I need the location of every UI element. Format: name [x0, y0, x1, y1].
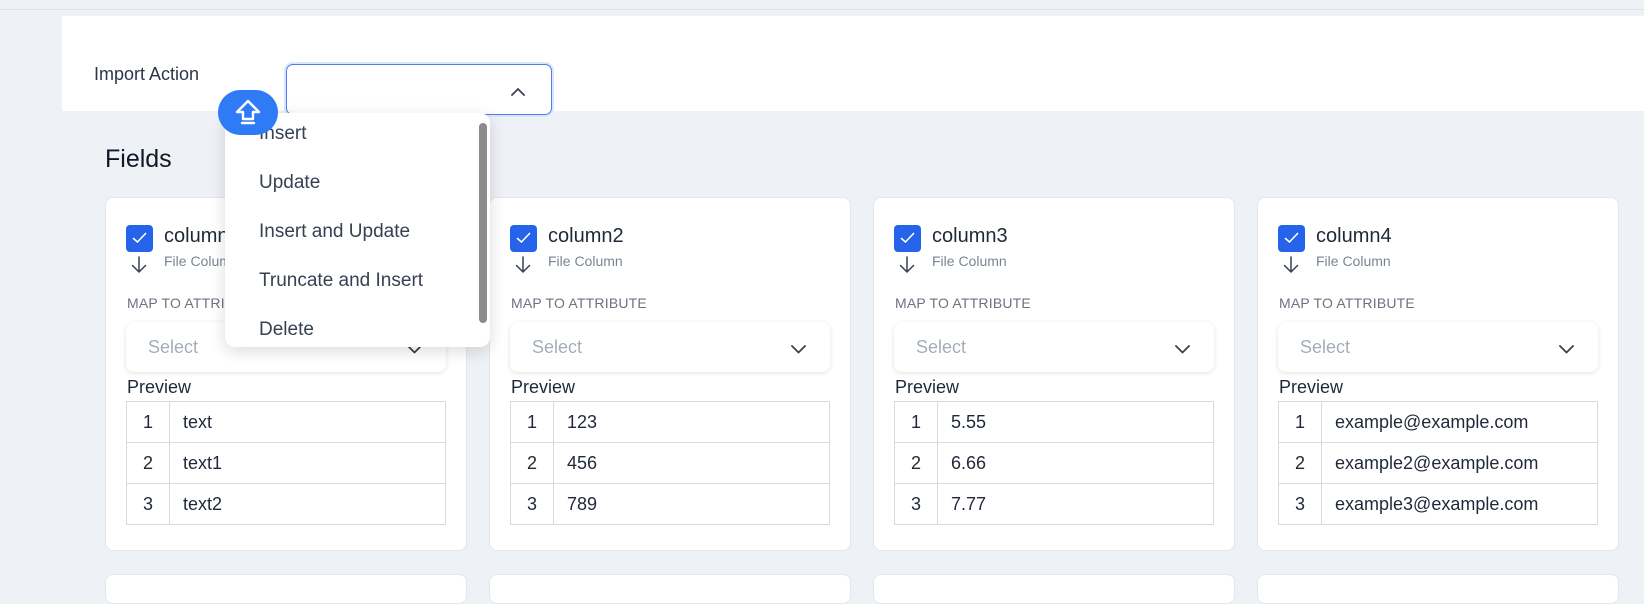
row-index: 3: [510, 483, 554, 525]
chevron-down-icon: [1559, 341, 1574, 359]
column-name: column4: [1316, 225, 1392, 247]
row-value: 456: [553, 442, 830, 484]
row-index: 1: [126, 401, 170, 443]
table-row: 2 6.66: [894, 442, 1214, 484]
column-subtitle: File Column: [1316, 253, 1391, 269]
row-value: text: [169, 401, 446, 443]
dropdown-scrollbar[interactable]: [479, 123, 487, 323]
row-index: 2: [126, 442, 170, 484]
preview-table: 1 5.55 2 6.66 3 7.77: [894, 401, 1214, 525]
row-value: example2@example.com: [1321, 442, 1598, 484]
map-to-attribute-label: MAP TO ATTRIBUTE: [895, 295, 1031, 311]
row-value: 6.66: [937, 442, 1214, 484]
check-icon: [1284, 232, 1299, 243]
field-card-next: [105, 574, 467, 604]
upload-arrow-icon: [235, 99, 261, 125]
column-name: column2: [548, 225, 624, 247]
map-to-attribute-label: MAP TO ATTRIBUTE: [511, 295, 647, 311]
table-row: 2 456: [510, 442, 830, 484]
field-card-next: [1257, 574, 1619, 604]
table-row: 2 example2@example.com: [1278, 442, 1598, 484]
dropdown-option-truncate-and-insert[interactable]: Truncate and Insert: [259, 270, 423, 292]
preview-table: 1 text 2 text1 3 text2: [126, 401, 446, 525]
attribute-select[interactable]: Select: [510, 322, 830, 372]
column-checkbox[interactable]: [126, 225, 153, 252]
column-name: column3: [932, 225, 1008, 247]
dropdown-option-delete[interactable]: Delete: [259, 319, 314, 341]
field-card-column3: column3 File Column MAP TO ATTRIBUTE Sel…: [873, 197, 1235, 551]
import-action-select[interactable]: [286, 64, 552, 115]
import-action-bar: Import Action: [62, 16, 1644, 115]
preview-label: Preview: [127, 377, 192, 397]
fields-heading: Fields: [105, 145, 172, 173]
preview-table: 1 example@example.com 2 example2@example.c…: [1278, 401, 1598, 525]
row-index: 2: [510, 442, 554, 484]
column-checkbox[interactable]: [894, 225, 921, 252]
arrow-down-icon: [898, 256, 916, 279]
chevron-down-icon: [791, 341, 806, 359]
arrow-down-icon: [1282, 256, 1300, 279]
top-divider: [0, 9, 1644, 10]
arrow-down-icon: [514, 256, 532, 279]
row-value: 7.77: [937, 483, 1214, 525]
row-index: 1: [510, 401, 554, 443]
preview-label: Preview: [511, 377, 576, 397]
table-row: 1 123: [510, 401, 830, 443]
column-checkbox[interactable]: [1278, 225, 1305, 252]
preview-label: Preview: [895, 377, 960, 397]
row-value: 123: [553, 401, 830, 443]
table-row: 1 5.55: [894, 401, 1214, 443]
row-value: 5.55: [937, 401, 1214, 443]
chevron-up-icon: [511, 83, 525, 101]
row-index: 2: [894, 442, 938, 484]
table-row: 3 text2: [126, 483, 446, 525]
dropdown-option-update[interactable]: Update: [259, 172, 320, 194]
row-index: 3: [894, 483, 938, 525]
check-icon: [132, 232, 147, 243]
row-index: 1: [1278, 401, 1322, 443]
dropdown-option-insert-and-update[interactable]: Insert and Update: [259, 221, 410, 243]
attribute-select[interactable]: Select: [1278, 322, 1598, 372]
row-index: 3: [1278, 483, 1322, 525]
field-card-column4: column4 File Column MAP TO ATTRIBUTE Sel…: [1257, 197, 1619, 551]
column-checkbox[interactable]: [510, 225, 537, 252]
import-action-dropdown: Insert Update Insert and Update Truncate…: [225, 113, 490, 347]
field-card-next: [873, 574, 1235, 604]
row-value: text2: [169, 483, 446, 525]
attribute-select-placeholder: Select: [148, 337, 199, 357]
row-index: 1: [894, 401, 938, 443]
table-row: 3 example3@example.com: [1278, 483, 1598, 525]
row-index: 2: [1278, 442, 1322, 484]
attribute-select[interactable]: Select: [894, 322, 1214, 372]
attribute-select-placeholder: Select: [532, 337, 583, 357]
row-value: example@example.com: [1321, 401, 1598, 443]
check-icon: [900, 232, 915, 243]
field-card-next: [489, 574, 851, 604]
arrow-down-icon: [130, 256, 148, 279]
chevron-down-icon: [1175, 341, 1190, 359]
preview-table: 1 123 2 456 3 789: [510, 401, 830, 525]
table-row: 3 7.77: [894, 483, 1214, 525]
row-value: 789: [553, 483, 830, 525]
map-to-attribute-label: MAP TO ATTRIBUTE: [1279, 295, 1415, 311]
check-icon: [516, 232, 531, 243]
import-action-label: Import Action: [94, 64, 200, 84]
attribute-select-placeholder: Select: [916, 337, 967, 357]
column-subtitle: File Column: [548, 253, 623, 269]
table-row: 1 text: [126, 401, 446, 443]
attribute-select-placeholder: Select: [1300, 337, 1351, 357]
column-subtitle: File Column: [932, 253, 1007, 269]
row-value: example3@example.com: [1321, 483, 1598, 525]
row-value: text1: [169, 442, 446, 484]
upload-button[interactable]: [218, 90, 278, 135]
preview-label: Preview: [1279, 377, 1344, 397]
row-index: 3: [126, 483, 170, 525]
field-card-column2: column2 File Column MAP TO ATTRIBUTE Sel…: [489, 197, 851, 551]
table-row: 1 example@example.com: [1278, 401, 1598, 443]
table-row: 3 789: [510, 483, 830, 525]
table-row: 2 text1: [126, 442, 446, 484]
